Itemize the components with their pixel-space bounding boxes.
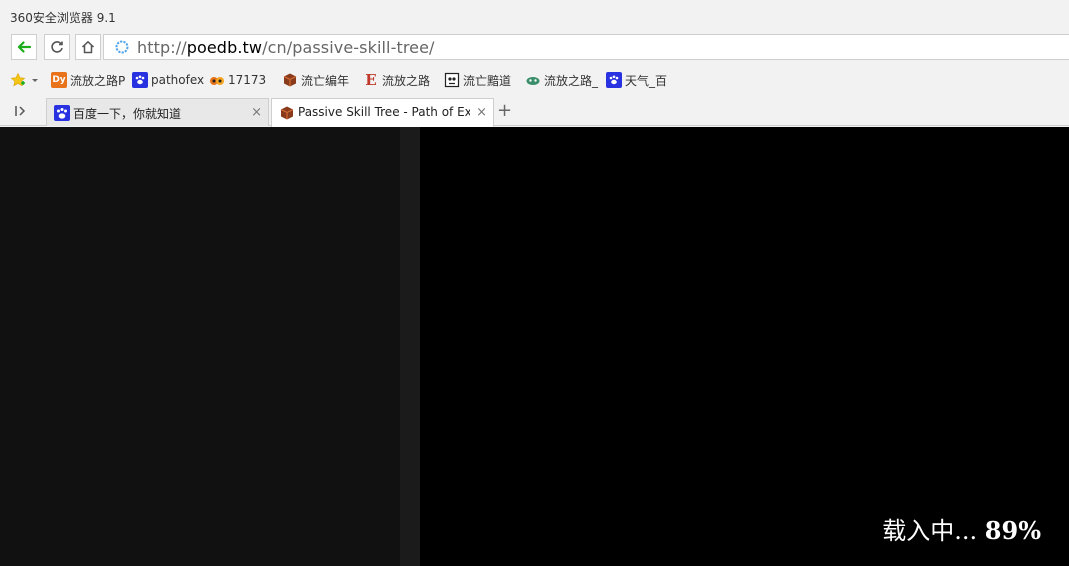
refresh-icon: [51, 41, 63, 53]
bookmarks-bar: Dy 流放之路P pathofex 17173 流亡编年 E 流放之路 流亡黯道…: [0, 63, 1069, 95]
close-tab-icon[interactable]: ×: [476, 105, 487, 120]
page-content: 载入中... 89%: [0, 127, 1069, 566]
home-button[interactable]: [75, 34, 101, 60]
title-bar: 360安全浏览器 9.1: [0, 0, 1069, 32]
back-button[interactable]: [11, 34, 37, 60]
window-title: 360安全浏览器 9.1: [10, 11, 116, 25]
bookmark-label: 天气_百: [625, 73, 668, 88]
bookmark-item[interactable]: 流放之路_: [525, 71, 598, 89]
baidu-paw-icon: [54, 105, 70, 121]
bookmark-label: 流放之路_: [544, 73, 599, 88]
url-scheme: http://: [137, 38, 187, 57]
loading-spinner-icon: [115, 40, 129, 54]
bookmark-item[interactable]: Dy 流放之路P: [51, 71, 125, 89]
bookmark-item[interactable]: 流亡黯道: [444, 71, 511, 89]
bookmark-item[interactable]: 天气_百: [606, 71, 667, 89]
bookmark-label: 流放之路: [382, 73, 431, 88]
home-icon: [81, 41, 95, 54]
cube-icon: [279, 105, 295, 121]
tab-label: Passive Skill Tree - Path of Exi: [298, 105, 470, 119]
tab-label: 百度一下，你就知道: [73, 107, 182, 121]
bookmark-item[interactable]: pathofex: [132, 71, 204, 89]
loading-indicator: 载入中... 89%: [882, 511, 1041, 546]
url-text: http://poedb.tw/cn/passive-skill-tree/: [137, 38, 435, 57]
navigation-bar: http://poedb.tw/cn/passive-skill-tree/: [0, 32, 1069, 63]
bookmark-item[interactable]: 17173: [209, 71, 266, 89]
e-logo-icon: E: [365, 71, 377, 89]
bookmark-favorites[interactable]: [10, 71, 41, 89]
bookmark-label: 流亡编年: [301, 73, 350, 88]
panel-divider[interactable]: [400, 127, 420, 566]
tab-passive-skill-tree[interactable]: Passive Skill Tree - Path of Exi ×: [271, 98, 494, 127]
bookmark-item[interactable]: 流亡编年: [282, 71, 349, 89]
refresh-button[interactable]: [44, 34, 70, 60]
chevron-down-icon: [32, 79, 38, 82]
loading-percent: 89%: [984, 516, 1041, 545]
skill-tree-canvas[interactable]: [420, 127, 1069, 566]
baidu-paw-icon: [132, 72, 148, 88]
new-tab-button[interactable]: +: [497, 102, 512, 120]
bookmark-label: 流亡黯道: [463, 73, 512, 88]
bookmark-label: 17173: [228, 73, 267, 87]
17173-icon: [209, 72, 225, 88]
cube-icon: [282, 72, 298, 88]
loading-label: 载入中...: [882, 517, 978, 545]
sidebar-toggle-icon[interactable]: [12, 103, 28, 119]
skull-icon: [444, 72, 460, 88]
dy-icon: Dy: [51, 72, 67, 88]
baidu-paw-icon: [606, 72, 622, 88]
tab-baidu[interactable]: 百度一下，你就知道 ×: [46, 98, 269, 126]
bird-icon: [525, 72, 541, 88]
url-path: /cn/passive-skill-tree/: [262, 38, 435, 57]
left-panel: [0, 127, 400, 566]
tab-bar: 百度一下，你就知道 × Passive Skill Tree - Path of…: [0, 95, 1069, 127]
bookmark-item[interactable]: E 流放之路: [363, 71, 430, 89]
url-host: poedb.tw: [186, 38, 263, 57]
back-arrow-icon: [17, 41, 32, 53]
bookmark-label: 流放之路P: [70, 73, 126, 88]
address-bar[interactable]: http://poedb.tw/cn/passive-skill-tree/: [103, 34, 1069, 60]
bookmark-label: pathofex: [151, 73, 205, 87]
close-tab-icon[interactable]: ×: [251, 105, 262, 120]
star-icon: [10, 72, 26, 87]
